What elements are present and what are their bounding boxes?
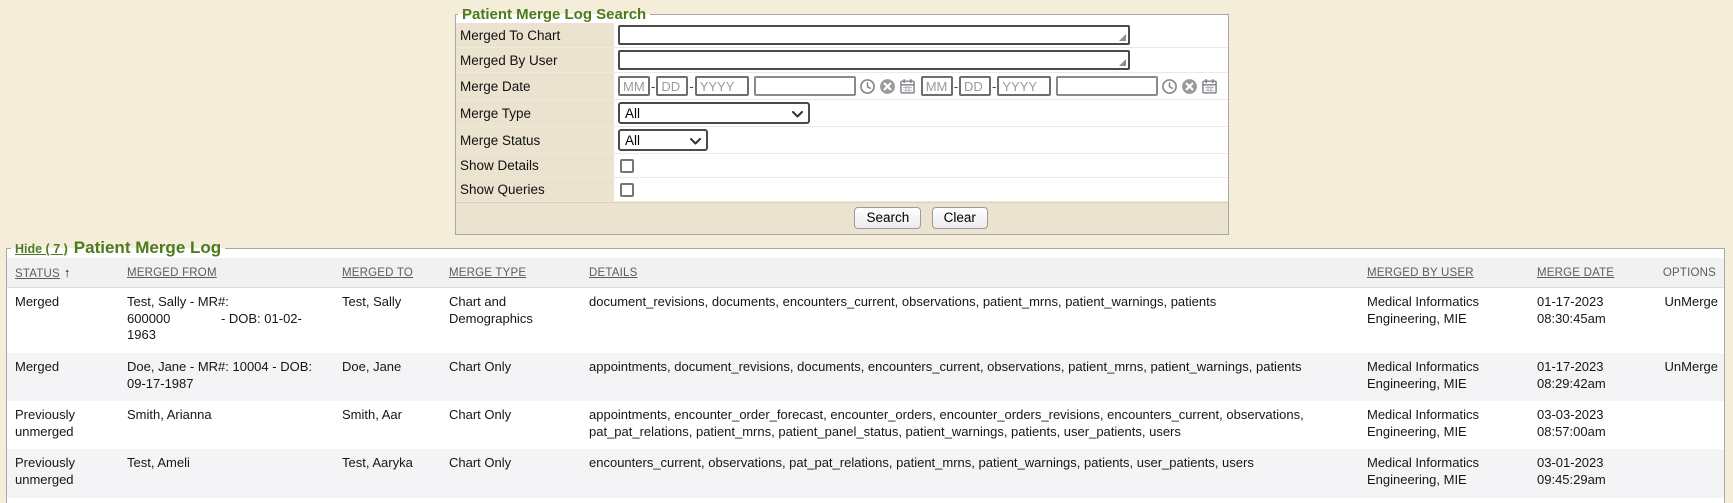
cell-status: Merged [7,288,119,353]
unmerge-link[interactable]: UnMerge [1665,359,1718,374]
merged-to-chart-label: Merged To Chart [456,23,614,47]
merge-status-selected-value: All [625,133,640,148]
form-button-row: Search Clear [456,202,1228,234]
sort-ascending-icon: ↑ [64,265,71,280]
date-separator: - [992,79,996,94]
page: Patient Merge Log Search Merged To Chart… [0,0,1733,503]
cell-merge-type: Chart Only [441,401,581,449]
date-to-month-input[interactable] [921,76,953,96]
clear-date-x-icon[interactable] [1181,78,1198,95]
merge-status-select[interactable]: All [618,129,708,151]
merged-to-chart-row: Merged To Chart [456,23,1228,48]
cell-merge-date: 01-17-2023 08:29:42am [1529,353,1647,401]
merged-by-user-input[interactable] [618,50,1130,70]
date-separator: - [954,79,958,94]
unmerge-link[interactable]: UnMerge [1665,294,1718,309]
cell-merge-type: Chart Only [441,449,581,497]
column-header-details: DETAILS [581,258,1359,288]
show-details-label: Show Details [456,154,614,177]
table-row: Merged Test, Sally - MR#: 600000 - DOB: … [7,288,1724,353]
patient-merge-log-panel: Hide ( 7 ) Patient Merge Log STATUS↑ MERG… [6,238,1725,503]
cell-merged-from: Test, Ameli [119,449,334,497]
cell-merged-by-user: Medical Informatics Engineering, MIE [1359,288,1529,353]
cell-merge-date: 01-17-2023 08:30:45am [1529,288,1647,353]
merge-type-selected-value: All [625,106,640,121]
chevron-down-icon [792,106,803,121]
table-row: Merged Doe, Jane - MR#: 10004 - DOB: 09-… [7,353,1724,401]
column-header-status: STATUS↑ [7,258,119,288]
cell-merged-to: Test, Aaryka [334,449,441,497]
cell-status: Merged [7,353,119,401]
column-header-merge-type: MERGE TYPE [441,258,581,288]
cell-details: appointments, document_revisions, docume… [581,353,1359,401]
merge-date-row: Merge Date - - [456,73,1228,100]
clock-icon[interactable] [1161,78,1178,95]
column-header-merged-from: MERGED FROM [119,258,334,288]
merge-status-row: Merge Status All [456,127,1228,154]
merged-to-chart-input[interactable] [618,25,1130,45]
chevron-down-icon [690,133,701,148]
show-details-row: Show Details [456,154,1228,178]
clear-date-x-icon[interactable] [879,78,896,95]
cell-merged-from: Smith, Arianna [119,401,334,449]
date-to-year-input[interactable] [997,76,1051,96]
cell-status: Previously unmerged [7,449,119,497]
merge-date-label: Merge Date [456,73,614,99]
cell-details: document_revisions, documents, encounter… [581,288,1359,353]
date-to-day-input[interactable] [959,76,991,96]
cell-status: Previously unmerged [7,401,119,449]
merged-by-user-row: Merged By User [456,48,1228,73]
clock-icon[interactable] [859,78,876,95]
column-header-merged-to: MERGED TO [334,258,441,288]
cell-merged-by-user: Medical Informatics Engineering, MIE [1359,353,1529,401]
table-header-row: STATUS↑ MERGED FROM MERGED TO MERGE TYPE… [7,258,1724,288]
calendar-icon[interactable] [899,78,916,95]
show-queries-checkbox[interactable] [620,183,634,197]
clear-button[interactable]: Clear [932,207,988,229]
column-header-options: OPTIONS [1647,258,1724,288]
cell-merge-date: 03-03-2023 08:57:00am [1529,401,1647,449]
cell-merged-to: Test, Sally [334,288,441,353]
calendar-icon[interactable] [1201,78,1218,95]
hide-toggle-link[interactable]: Hide ( 7 ) [15,242,68,256]
patient-merge-log-table: STATUS↑ MERGED FROM MERGED TO MERGE TYPE… [7,258,1724,498]
cell-details: encounters_current, observations, pat_pa… [581,449,1359,497]
show-queries-label: Show Queries [456,178,614,201]
merge-type-row: Merge Type All [456,100,1228,127]
time-to-input[interactable] [1056,76,1158,96]
search-panel-title: Patient Merge Log Search [458,6,650,23]
table-row: Previously unmerged Smith, Arianna Smith… [7,401,1724,449]
show-details-checkbox[interactable] [620,159,634,173]
date-from-year-input[interactable] [695,76,749,96]
patient-merge-log-search-panel: Patient Merge Log Search Merged To Chart… [455,6,1229,235]
time-from-input[interactable] [754,76,856,96]
merge-type-select[interactable]: All [618,102,810,124]
date-from-month-input[interactable] [618,76,650,96]
merged-by-user-label: Merged By User [456,48,614,72]
date-separator: - [689,79,693,94]
merge-status-label: Merge Status [456,127,614,153]
cell-details: appointments, encounter_order_forecast, … [581,401,1359,449]
column-header-merge-date: MERGE DATE [1529,258,1647,288]
date-from-day-input[interactable] [656,76,688,96]
search-button[interactable]: Search [854,207,921,229]
cell-merge-type: Chart and Demographics [441,288,581,353]
merge-type-label: Merge Type [456,100,614,126]
cell-merged-to: Doe, Jane [334,353,441,401]
column-header-merged-by-user: MERGED BY USER [1359,258,1529,288]
date-separator: - [651,79,655,94]
log-section-title: Patient Merge Log [74,238,221,257]
show-queries-row: Show Queries [456,178,1228,202]
table-row: Previously unmerged Test, Ameli Test, Aa… [7,449,1724,497]
cell-merge-date: 03-01-2023 09:45:29am [1529,449,1647,497]
cell-merged-from: Doe, Jane - MR#: 10004 - DOB: 09-17-1987 [119,353,334,401]
cell-merged-from: Test, Sally - MR#: 600000 - DOB: 01-02-1… [119,288,334,353]
cell-merged-to: Smith, Aar [334,401,441,449]
cell-merged-by-user: Medical Informatics Engineering, MIE [1359,449,1529,497]
cell-merged-by-user: Medical Informatics Engineering, MIE [1359,401,1529,449]
cell-merge-type: Chart Only [441,353,581,401]
